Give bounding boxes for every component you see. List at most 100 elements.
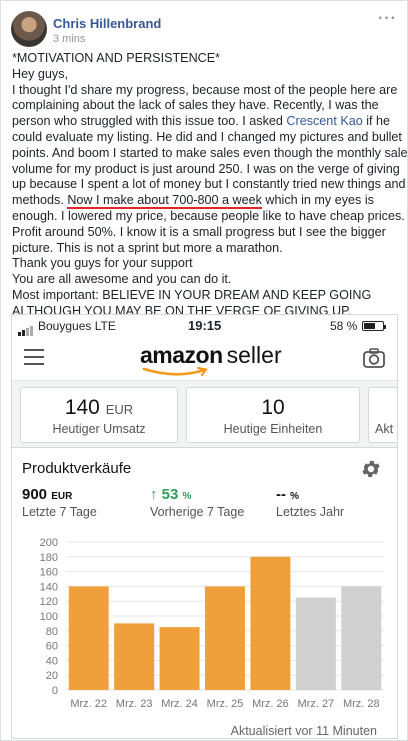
amazon-smile-icon	[142, 367, 208, 377]
bar	[205, 586, 245, 690]
metric-card-units[interactable]: 10 Heutige Einheiten	[186, 387, 360, 443]
post-line: Profit around 50%. I know it is a small …	[12, 224, 386, 239]
post-line: complaining about the lack of sales they…	[12, 98, 379, 113]
post-body: *MOTIVATION AND PERSISTENCE* Hey guys, I…	[12, 51, 408, 320]
logo-amazon: amazon	[140, 342, 223, 368]
y-tick-label: 20	[46, 670, 58, 682]
x-tick-label: Mrz. 22	[70, 698, 107, 710]
updated-timestamp: Aktualisiert vor 11 Minuten	[230, 724, 377, 738]
metric-label: Heutige Einheiten	[223, 422, 323, 436]
stat-previous-7-days: ↑ 53 % Vorherige 7 Tage	[150, 486, 244, 519]
stat-number: 53	[161, 486, 179, 503]
attached-screenshot[interactable]: Bouygues LTE 19:15 58 % amazon seller 14…	[11, 314, 398, 739]
avatar[interactable]	[11, 11, 47, 47]
y-tick-label: 0	[52, 685, 58, 697]
post-line: up because I spent a lot of money but I …	[12, 177, 406, 192]
y-tick-label: 40	[46, 655, 58, 667]
stat-label: Vorherige 7 Tage	[150, 505, 245, 519]
stat-value: -- %	[276, 486, 344, 503]
post-line: methods. Now I make about 700-800 a week…	[12, 193, 404, 210]
y-tick-label: 60	[46, 641, 58, 653]
chart-svg: 0 20 40 60 80 100 120 140 160 180 200 Mrz. 22 Mrz. 2…	[40, 537, 384, 710]
metric-card-partial[interactable]: Akt	[368, 387, 397, 443]
stat-number: --	[276, 486, 286, 503]
status-time: 19:15	[188, 318, 222, 333]
stat-last-year: -- % Letztes Jahr	[276, 486, 344, 519]
arrow-up-icon: ↑	[150, 486, 158, 503]
post-line: enough. I lowered my price, because peop…	[12, 208, 405, 223]
y-tick-label: 160	[40, 567, 58, 579]
x-tick-label: Mrz. 27	[298, 698, 335, 710]
more-options-icon[interactable]: ···	[378, 11, 397, 27]
post-text-fragment: methods.	[12, 193, 68, 208]
product-sales-card: Produktverkäufe 900 EUR Letzte 7 Tage ↑ …	[12, 447, 397, 738]
card-title: Produktverkäufe	[22, 460, 132, 477]
y-tick-label: 120	[40, 596, 58, 608]
stat-label: Letztes Jahr	[276, 505, 345, 519]
post-line: points. And boom I started to make sales…	[12, 145, 408, 160]
x-tick-label: Mrz. 24	[161, 698, 198, 710]
bar	[250, 556, 291, 690]
y-tick-label: 100	[40, 611, 58, 623]
stat-unit: %	[290, 491, 300, 502]
battery-percent: 58 %	[330, 319, 358, 333]
metric-label: Heutiger Umsatz	[52, 422, 146, 436]
battery-icon	[362, 321, 386, 331]
post-line: Most important: BELIEVE IN YOUR DREAM AN…	[12, 287, 372, 302]
post-line: You are all awesome and you can do it.	[12, 272, 232, 287]
post-line: I thought I'd share my progress, because…	[12, 82, 398, 97]
bar	[114, 623, 155, 690]
amazon-seller-logo: amazon seller	[140, 342, 282, 377]
stat-number: 900	[22, 486, 48, 503]
post-line: person who struggled with this issue too…	[12, 114, 404, 130]
post-header: Chris Hillenbrand 3 mins ···	[11, 11, 399, 47]
post-timestamp[interactable]: 3 mins	[53, 33, 85, 45]
logo-seller: seller	[226, 342, 282, 368]
post-line: *MOTIVATION AND PERSISTENCE*	[12, 51, 221, 65]
x-tick-label: Mrz. 25	[207, 698, 244, 710]
stat-unit: %	[182, 491, 192, 502]
stat-unit: EUR	[51, 491, 73, 502]
metric-unit: EUR	[105, 402, 134, 417]
y-tick-label: 140	[40, 581, 58, 593]
post-line: picture. This is not a sprint but more a…	[12, 240, 283, 255]
post-line: volume for my product is just around 250…	[12, 161, 400, 176]
hamburger-menu-icon[interactable]	[24, 349, 44, 365]
author-name[interactable]: Chris Hillenbrand	[53, 16, 161, 31]
post-line: Hey guys,	[12, 66, 68, 81]
gear-icon[interactable]	[360, 458, 382, 480]
y-tick-label: 200	[40, 537, 58, 549]
x-tick-label: Mrz. 26	[252, 698, 289, 710]
metrics-row: 140 EUR Heutiger Umsatz 10 Heutige Einhe…	[16, 387, 397, 443]
metric-number: 10	[261, 396, 285, 419]
bar	[159, 627, 200, 690]
metric-value: 140 EUR	[21, 396, 177, 420]
signal-icon	[18, 322, 34, 336]
stat-label: Letzte 7 Tage	[22, 505, 97, 519]
status-bar: Bouygues LTE 19:15 58 %	[12, 315, 397, 337]
metric-label: Akt	[375, 422, 394, 436]
app-bar: amazon seller	[12, 337, 397, 381]
post-line: could evaluate my listing. He did and I …	[12, 129, 402, 144]
x-tick-label: Mrz. 23	[116, 698, 153, 710]
carrier-label: Bouygues LTE	[38, 319, 116, 333]
post-text-fragment: if he	[362, 114, 391, 129]
post-text-fragment: person who struggled with this issue too…	[12, 114, 287, 129]
mention-link[interactable]: Crescent Kao	[286, 114, 362, 128]
stat-value: ↑ 53 %	[150, 486, 244, 503]
sales-bar-chart: 0 20 40 60 80 100 120 140 160 180 200 Mrz. 22 Mrz. 2…	[12, 534, 397, 720]
stat-last-7-days: 900 EUR Letzte 7 Tage	[22, 486, 97, 519]
facebook-post: Chris Hillenbrand 3 mins ··· *MOTIVATION…	[0, 0, 408, 741]
x-tick-label: Mrz. 28	[343, 698, 380, 710]
bar	[295, 597, 336, 690]
stat-value: 900 EUR	[22, 486, 97, 503]
camera-icon[interactable]	[363, 348, 385, 368]
metric-value: 10	[187, 396, 359, 420]
post-line: Thank you guys for your support	[12, 256, 193, 271]
y-tick-label: 180	[40, 552, 58, 564]
metric-card-sales[interactable]: 140 EUR Heutiger Umsatz	[20, 387, 178, 443]
post-text-fragment: which in my eyes is	[261, 193, 374, 208]
bar	[341, 586, 382, 690]
metric-number: 140	[64, 396, 100, 419]
bar	[68, 586, 109, 690]
